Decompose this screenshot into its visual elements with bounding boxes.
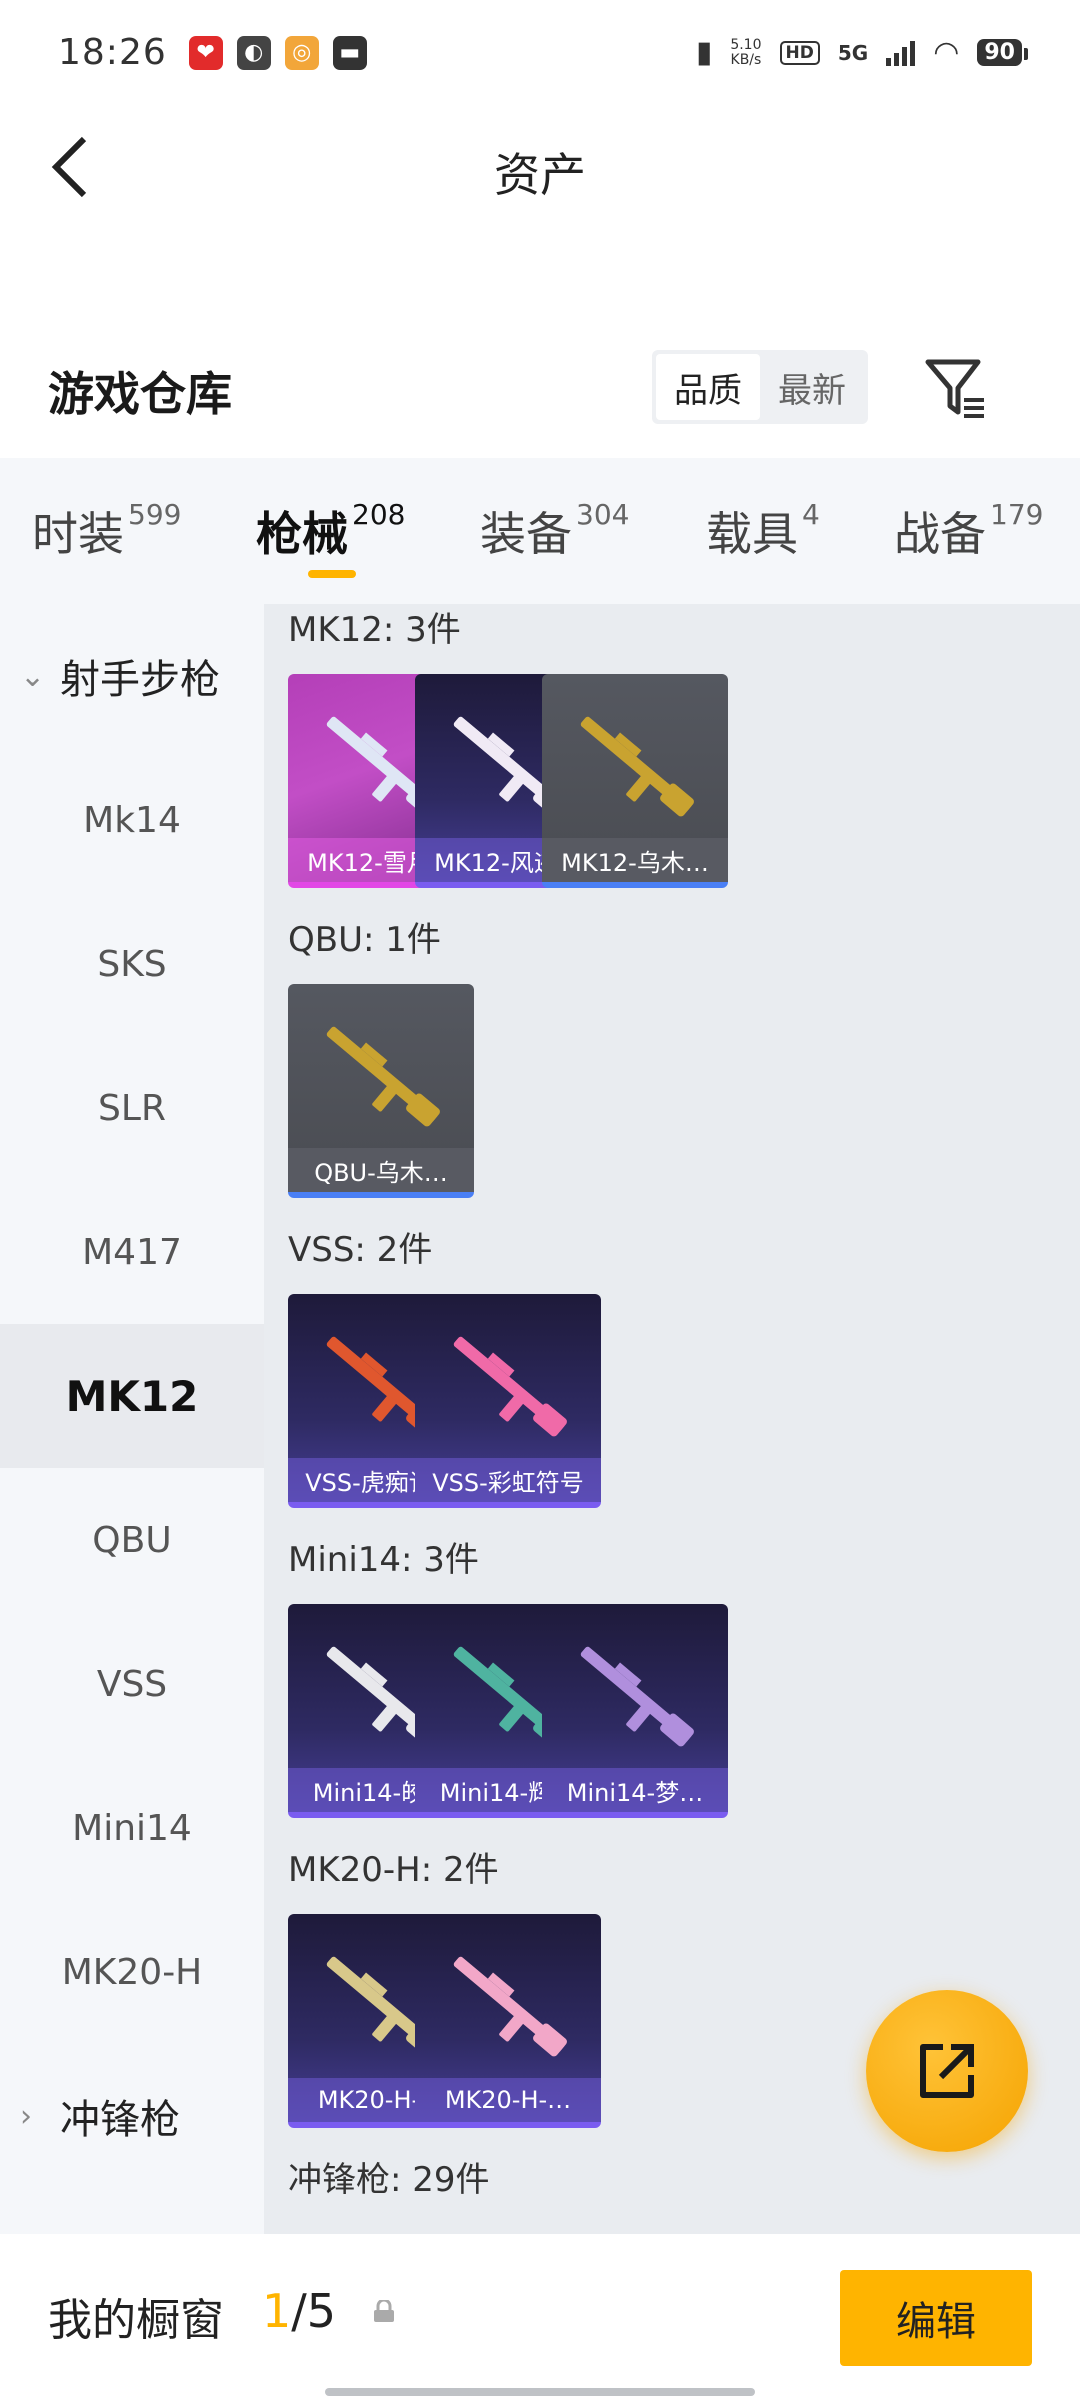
weapon-type-sidebar: ⌄ 射手步枪 Mk14 SKS SLR M417 MK12 QBU VSS Mi… <box>0 604 264 2234</box>
sidebar-group-label: 射手步枪 <box>60 657 220 703</box>
sidebar-item-sks[interactable]: SKS <box>0 892 264 1036</box>
tab-label: 载具 <box>706 507 798 561</box>
sidebar-item-mk12[interactable]: MK12 <box>0 1324 264 1468</box>
weapon-card[interactable]: VSS-彩虹符号 <box>415 1294 601 1508</box>
tab-equipment[interactable]: 装备 304 <box>480 498 629 564</box>
app-notification-icon: ▬ <box>332 35 367 70</box>
tab-active-indicator <box>308 570 356 578</box>
network-speed-unit: KB/s <box>730 51 762 68</box>
app-notification-icon: ◐ <box>236 35 271 70</box>
sidebar-group-marksman-rifles[interactable]: ⌄ 射手步枪 <box>0 604 264 748</box>
page-title: 资产 <box>494 148 586 202</box>
showcase-bar: 我的橱窗 1/5 编辑 <box>0 2234 1080 2400</box>
network-speed: 5.10 KB/s <box>730 36 762 68</box>
tab-label: 装备 <box>480 507 572 561</box>
signal-icon <box>886 40 916 66</box>
group-title-mini14: Mini14: 3件 <box>288 1540 479 1580</box>
notification-icons: ❤ ◐ ◎ ▬ <box>188 35 367 70</box>
weapon-grid: MK12: 3件 4级 MK12-雪月… MK12-风迹… MK12-乌木… Q… <box>264 604 1080 2234</box>
sort-option-newest[interactable]: 最新 <box>760 354 864 420</box>
tab-vehicles[interactable]: 载具 4 <box>706 498 820 564</box>
status-bar: 18:26 ❤ ◐ ◎ ▬ ▮ 5.10 KB/s HD 5G ◠ 90 <box>0 0 1080 105</box>
group-title-smg: 冲锋枪: 29件 <box>288 2160 490 2200</box>
sidebar-item-mk14[interactable]: Mk14 <box>0 748 264 892</box>
filter-button[interactable] <box>920 350 994 424</box>
5g-label: 5G <box>837 40 869 65</box>
sidebar-item-mk20h[interactable]: MK20-H <box>0 1900 264 2044</box>
app-notification-icon: ❤ <box>188 35 223 70</box>
tab-count: 304 <box>576 498 630 531</box>
weapon-name: VSS-彩虹符号 <box>415 1458 601 1502</box>
tab-count: 599 <box>128 498 182 531</box>
wifi-icon: ◠ <box>933 35 960 70</box>
battery-icon: 90 <box>977 39 1028 66</box>
showcase-label: 我的橱窗 <box>48 2295 224 2346</box>
warehouse-title: 游戏仓库 <box>48 367 232 421</box>
lock-icon <box>374 2300 394 2322</box>
sidebar-item-m417[interactable]: M417 <box>0 1180 264 1324</box>
rifle-icon <box>326 1026 440 1127</box>
share-external-icon <box>920 2044 974 2098</box>
weapon-name: Mini14-梦… <box>542 1768 728 1812</box>
share-button[interactable] <box>866 1990 1028 2152</box>
sort-toggle: 品质 最新 <box>652 350 868 424</box>
sidebar-group-label: 冲锋枪 <box>60 2097 180 2143</box>
weapon-card[interactable]: MK12-乌木… <box>542 674 728 888</box>
tab-count: 179 <box>990 498 1044 531</box>
chevron-down-icon: ⌄ <box>20 658 46 694</box>
weapon-name: MK12-乌木… <box>542 838 728 882</box>
weapon-card[interactable]: QBU-乌木… <box>288 984 474 1198</box>
edit-button[interactable]: 编辑 <box>840 2270 1032 2366</box>
tab-supplies[interactable]: 战备 179 <box>894 498 1043 564</box>
tab-label: 枪械 <box>256 507 348 561</box>
group-title-mk20h: MK20-H: 2件 <box>288 1850 499 1890</box>
weapon-card[interactable]: Mini14-梦… <box>542 1604 728 1818</box>
tab-label: 时装 <box>32 507 124 561</box>
weapon-card[interactable]: MK20-H-… <box>415 1914 601 2128</box>
sidebar-group-smg[interactable]: › 冲锋枪 <box>0 2044 264 2188</box>
rifle-icon <box>453 1336 567 1437</box>
chevron-right-icon: › <box>20 2098 32 2134</box>
status-time: 18:26 <box>58 32 167 73</box>
weapon-name: MK20-H-… <box>415 2078 601 2122</box>
rifle-icon <box>580 716 694 817</box>
group-title-qbu: QBU: 1件 <box>288 920 441 960</box>
weapon-name: QBU-乌木… <box>288 1148 474 1192</box>
network-speed-value: 5.10 <box>730 36 762 53</box>
app-notification-icon: ◎ <box>284 35 319 70</box>
filter-icon <box>925 359 984 418</box>
tab-label: 战备 <box>894 507 986 561</box>
tab-weapons[interactable]: 枪械 208 <box>256 498 406 578</box>
category-tabs: 时装 599 枪械 208 装备 304 载具 4 战备 179 <box>0 458 1080 604</box>
home-indicator[interactable] <box>325 2388 755 2396</box>
tab-fashion[interactable]: 时装 599 <box>32 498 181 564</box>
vibrate-icon: ▮ <box>695 35 713 70</box>
tab-count: 4 <box>802 498 820 531</box>
sidebar-item-vss[interactable]: VSS <box>0 1612 264 1756</box>
sidebar-item-qbu[interactable]: QBU <box>0 1468 264 1612</box>
rifle-icon <box>580 1646 694 1747</box>
showcase-current: 1 <box>262 2284 292 2338</box>
showcase-total: /5 <box>291 2284 337 2338</box>
sidebar-item-mini14[interactable]: Mini14 <box>0 1756 264 1900</box>
tab-count: 208 <box>352 498 406 531</box>
rifle-icon <box>453 1956 567 2057</box>
hd-icon: HD <box>779 40 820 65</box>
group-title-mk12: MK12: 3件 <box>288 610 461 650</box>
app-header: 资产 <box>0 105 1080 230</box>
sort-option-quality[interactable]: 品质 <box>656 354 760 420</box>
group-title-vss: VSS: 2件 <box>288 1230 433 1270</box>
showcase-count: 1/5 <box>262 2284 336 2338</box>
sidebar-item-slr[interactable]: SLR <box>0 1036 264 1180</box>
